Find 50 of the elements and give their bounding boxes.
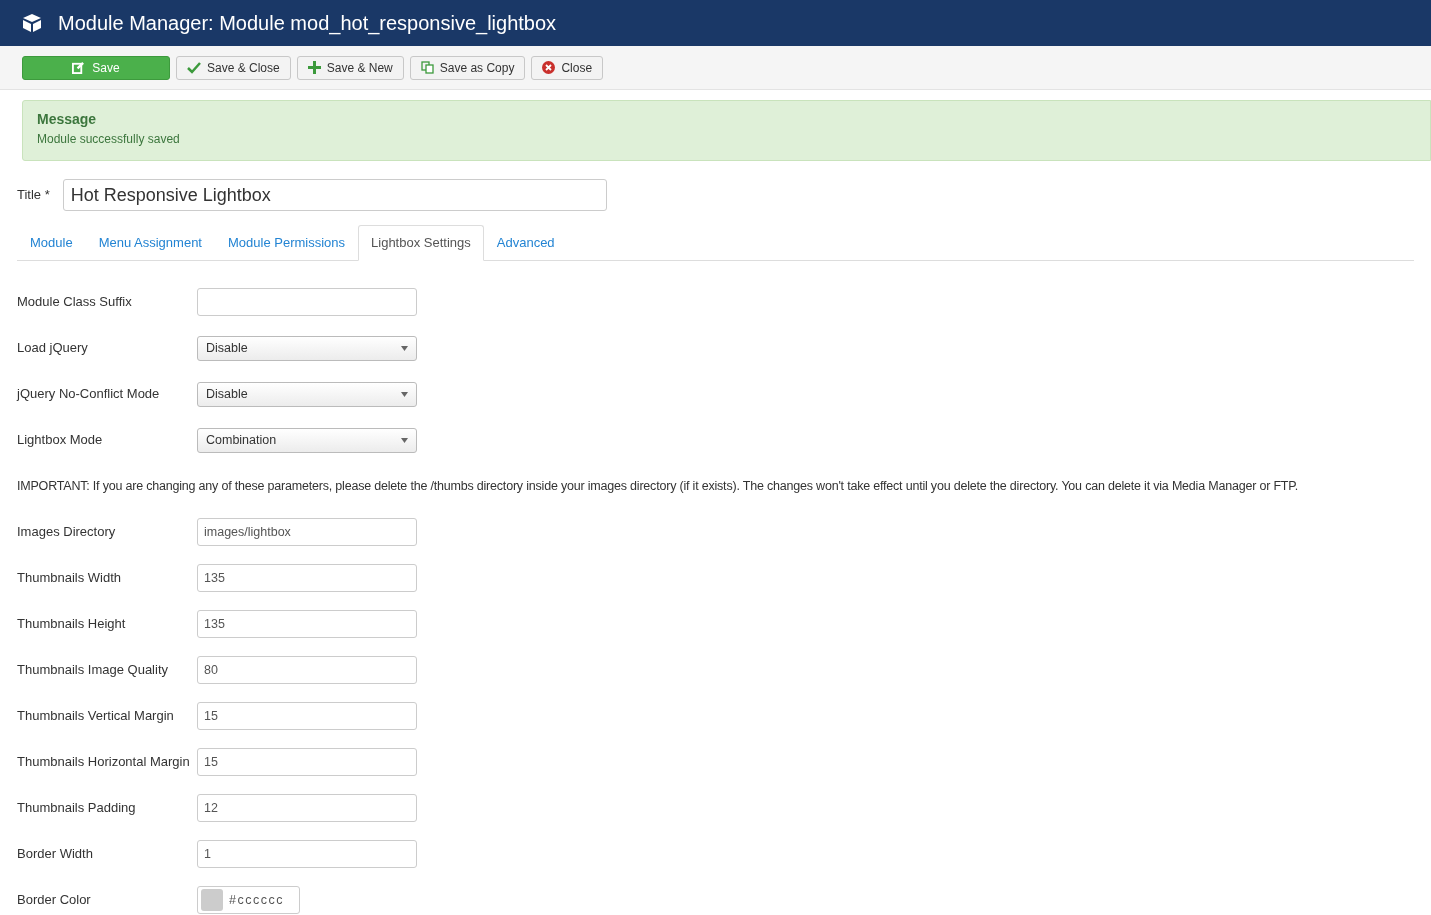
toolbar-button[interactable]: Save as Copy: [409, 55, 526, 80]
page-title: Module Manager: Module mod_hot_responsive_lightbox: [58, 11, 557, 37]
tab[interactable]: Module: [17, 225, 86, 260]
caret-icon: [401, 345, 408, 351]
text-input[interactable]: 1: [197, 840, 417, 868]
field-label: Thumbnails Height: [17, 615, 127, 634]
edit-icon: [72, 61, 86, 74]
dropdown[interactable]: Disable: [197, 335, 417, 361]
tab[interactable]: Menu Assignment: [85, 225, 215, 260]
field-label: Load jQuery: [17, 339, 89, 358]
field-label: Images Directory: [17, 523, 117, 542]
caret-icon: [401, 437, 408, 443]
tab[interactable]: Lightbox Settings: [358, 225, 484, 261]
tab[interactable]: Module Permissions: [215, 225, 359, 260]
text-input[interactable]: 15: [197, 748, 417, 776]
dropdown[interactable]: Combination: [197, 427, 417, 453]
text-input[interactable]: 80: [197, 656, 417, 684]
field-label: Module Class Suffix: [17, 293, 133, 312]
text-input[interactable]: images/lightbox: [197, 518, 417, 546]
field-label: Border Color: [17, 891, 92, 910]
field-label: Thumbnails Image Quality: [17, 661, 169, 680]
tab[interactable]: Advanced: [483, 225, 568, 260]
checkmark-icon: [187, 61, 201, 74]
copy-icon: [420, 61, 434, 74]
caret-icon: [401, 391, 408, 397]
title-input[interactable]: Hot Responsive Lightbox: [62, 179, 607, 211]
text-input[interactable]: [197, 288, 417, 316]
text-input[interactable]: 135: [197, 610, 417, 638]
field-label: Border Width: [17, 845, 94, 864]
message-heading: Message: [37, 110, 98, 129]
field-label: Title *: [17, 186, 50, 204]
close-icon: [542, 61, 556, 74]
field-label: Thumbnails Vertical Margin: [17, 707, 175, 726]
message-text: Module successfully saved: [37, 131, 181, 148]
color-input[interactable]: #cccccc: [197, 886, 300, 914]
plus-icon: [307, 61, 321, 74]
field-label: Thumbnails Width: [17, 569, 123, 588]
notice-text: IMPORTANT: If you are changing any of these parameters, please delete the /thumbs directory inside your images directory (if it exists). The changes won't take effect until you delete the directory. You can delete it via Media Manager or FTP.: [17, 477, 1299, 495]
toolbar-button[interactable]: Save & Close: [176, 55, 291, 80]
toolbar-button[interactable]: Save & New: [296, 55, 404, 80]
text-input[interactable]: 135: [197, 564, 417, 592]
text-input[interactable]: 15: [197, 702, 417, 730]
text-input[interactable]: 12: [197, 794, 417, 822]
field-label: Lightbox Mode: [17, 431, 104, 450]
cube-icon: [22, 13, 42, 33]
field-label: Thumbnails Horizontal Margin: [17, 753, 191, 772]
dropdown[interactable]: Disable: [197, 381, 417, 407]
field-label: jQuery No-Conflict Mode: [17, 385, 161, 404]
field-label: Thumbnails Padding: [17, 799, 137, 818]
toolbar-button[interactable]: Close: [531, 55, 604, 80]
